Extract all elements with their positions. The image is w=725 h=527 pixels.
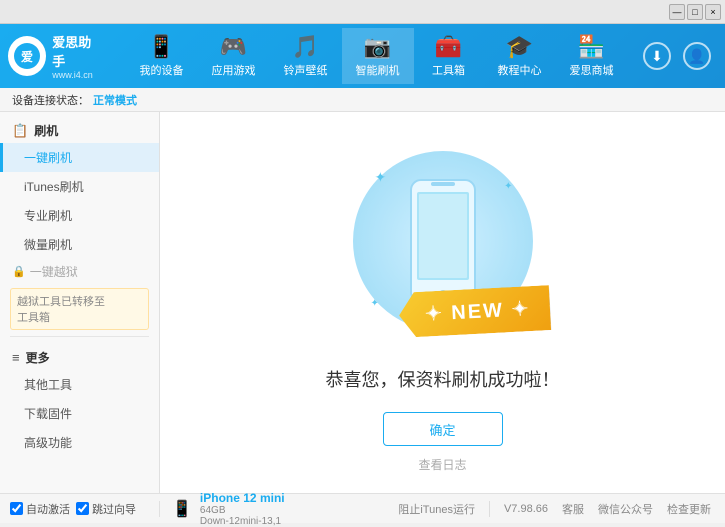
device-phone-icon: 📱 <box>172 499 192 519</box>
sidebar-item-other-tools[interactable]: 其他工具 <box>0 370 159 399</box>
version-text: V7.98.66 <box>504 503 548 515</box>
device-icon: 📱 <box>148 34 175 60</box>
close-btn[interactable]: × <box>705 4 721 20</box>
sidebar-item-pro[interactable]: 专业刷机 <box>0 201 159 230</box>
svg-text:爱: 爱 <box>21 49 33 64</box>
sidebar-jailbreak-locked: 🔒 一键越狱 <box>0 259 159 284</box>
user-btn[interactable]: 👤 <box>683 42 711 70</box>
skip-wizard-input[interactable] <box>76 502 89 515</box>
itunes-status: 阻止iTunes运行 <box>384 501 490 517</box>
confirm-button[interactable]: 确定 <box>383 412 503 446</box>
customer-service-link[interactable]: 客服 <box>562 501 584 517</box>
sidebar-item-download-firmware[interactable]: 下载固件 <box>0 399 159 428</box>
sidebar-item-one-click[interactable]: 一键刷机 <box>0 143 159 172</box>
status-label: 设备连接状态： <box>12 92 89 108</box>
sidebar-section-flash: 📋 刷机 <box>0 116 159 143</box>
bottom-bar: 自动激活 跳过向导 📱 iPhone 12 mini 64GB Down-12m… <box>0 493 725 523</box>
sparkle-3: ✦ <box>371 298 379 309</box>
title-bar: — □ × <box>0 0 725 24</box>
status-bar: 设备连接状态： 正常模式 <box>0 88 725 112</box>
auto-activate-checkbox[interactable]: 自动激活 <box>10 501 70 517</box>
nav-store[interactable]: 🏪 爱思商城 <box>556 28 628 84</box>
skip-wizard-checkbox[interactable]: 跳过向导 <box>76 501 136 517</box>
sidebar-section-more: ≡ 更多 <box>0 343 159 370</box>
toolbox-icon: 🧰 <box>435 34 462 60</box>
tutorial-icon: 🎓 <box>506 34 533 60</box>
check-update-link[interactable]: 检查更新 <box>667 501 711 517</box>
logo-sub: www.i4.cn <box>52 70 102 80</box>
nav-toolbox[interactable]: 🧰 工具箱 <box>414 28 484 84</box>
logo-name: 爱思助手 <box>52 32 102 70</box>
device-ios: Down-12mini-13,1 <box>200 516 285 527</box>
flash-icon: 📷 <box>364 34 391 60</box>
main-layout: 📋 刷机 一键刷机 iTunes刷机 专业刷机 微量刷机 🔒 一键越狱 越狱工具… <box>0 112 725 493</box>
maximize-btn[interactable]: □ <box>687 4 703 20</box>
content-area: ✦ ✦ ✦ ✦ NEW ✦ 恭喜您，保资料刷机成功 <box>160 112 725 493</box>
nav-smart-flash[interactable]: 📷 智能刷机 <box>342 28 414 84</box>
goto-daily-link[interactable]: 查看日志 <box>418 456 466 473</box>
nav-my-device[interactable]: 📱 我的设备 <box>126 28 198 84</box>
flash-section-icon: 📋 <box>12 123 28 139</box>
sidebar-notice: 越狱工具已转移至 工具箱 <box>10 288 149 330</box>
phone-svg <box>403 176 483 306</box>
nav-ringtone[interactable]: 🎵 铃声壁纸 <box>270 28 342 84</box>
auto-activate-input[interactable] <box>10 502 23 515</box>
sparkle-1: ✦ <box>375 169 387 186</box>
logo-icon: 爱 <box>8 36 46 76</box>
nav-tutorial[interactable]: 🎓 教程中心 <box>484 28 556 84</box>
more-section-icon: ≡ <box>12 350 20 365</box>
header: 爱 爱思助手 www.i4.cn 📱 我的设备 🎮 应用游戏 🎵 铃声壁纸 📷 … <box>0 24 725 88</box>
store-icon: 🏪 <box>578 34 605 60</box>
ringtone-icon: 🎵 <box>292 34 319 60</box>
new-badge: ✦ NEW ✦ <box>398 285 551 338</box>
status-value: 正常模式 <box>93 92 137 108</box>
sparkle-2: ✦ <box>504 181 512 192</box>
logo-area: 爱 爱思助手 www.i4.cn <box>0 32 110 80</box>
bottom-right: 阻止iTunes运行 V7.98.66 客服 微信公众号 检查更新 <box>384 501 725 517</box>
wechat-public-link[interactable]: 微信公众号 <box>598 501 653 517</box>
sidebar: 📋 刷机 一键刷机 iTunes刷机 专业刷机 微量刷机 🔒 一键越狱 越狱工具… <box>0 112 160 493</box>
header-right: ⬇ 👤 <box>643 42 725 70</box>
success-illustration: ✦ ✦ ✦ ✦ NEW ✦ <box>333 132 553 350</box>
sidebar-item-advanced[interactable]: 高级功能 <box>0 428 159 457</box>
device-storage: 64GB <box>200 505 285 516</box>
apps-icon: 🎮 <box>220 34 247 60</box>
device-info: 📱 iPhone 12 mini 64GB Down-12mini-13,1 <box>160 491 297 527</box>
sidebar-item-save-data[interactable]: 微量刷机 <box>0 230 159 259</box>
sidebar-divider <box>10 336 149 337</box>
success-message: 恭喜您，保资料刷机成功啦！ <box>326 366 560 392</box>
nav-apps-games[interactable]: 🎮 应用游戏 <box>198 28 270 84</box>
minimize-btn[interactable]: — <box>669 4 685 20</box>
device-name: iPhone 12 mini <box>200 491 285 505</box>
lock-icon: 🔒 <box>12 265 26 278</box>
nav-bar: 📱 我的设备 🎮 应用游戏 🎵 铃声壁纸 📷 智能刷机 🧰 工具箱 🎓 教程中心… <box>110 28 643 84</box>
new-text: ✦ NEW ✦ <box>425 298 531 325</box>
download-btn[interactable]: ⬇ <box>643 42 671 70</box>
sidebar-item-itunes[interactable]: iTunes刷机 <box>0 172 159 201</box>
bottom-left: 自动激活 跳过向导 <box>0 501 160 517</box>
